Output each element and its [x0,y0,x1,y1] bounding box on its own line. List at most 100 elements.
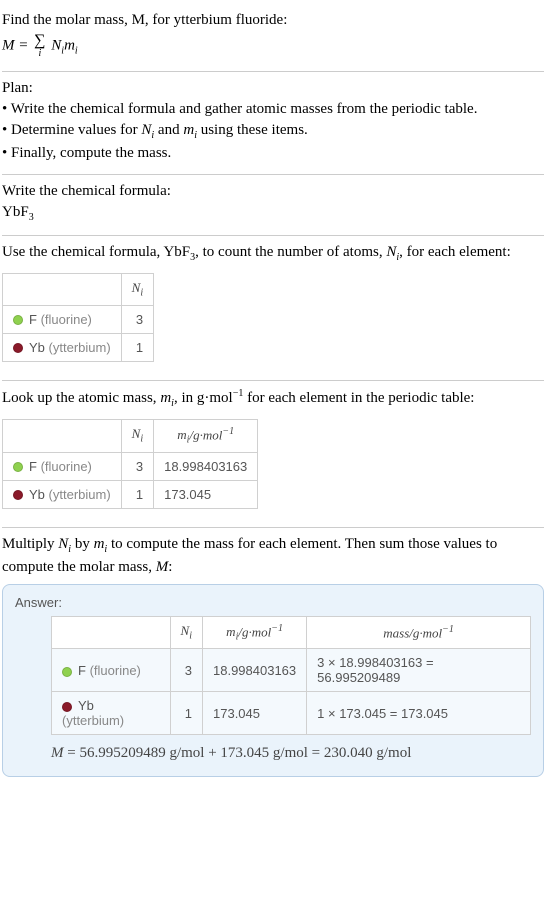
mass-label: mass/g·mol [383,625,442,640]
intro-section: Find the molar mass, M, for ytterbium fl… [2,4,544,71]
el-sym: Yb [78,698,94,713]
ni-cell: 3 [121,452,153,480]
element-dot-icon [13,315,23,325]
atomic-mass-section: Look up the atomic mass, mi, in g·mol−1 … [2,380,544,527]
mi-cell: 173.045 [203,692,307,735]
atomic-mass-text: Look up the atomic mass, mi, in g·mol−1 … [2,387,544,411]
element-cell: F (fluorine) [52,649,171,692]
mass-cell: 3 × 18.998403163 = 56.995209489 [307,649,531,692]
element-dot-icon [62,667,72,677]
th-blank [3,274,122,306]
plan-bullet-1: • Write the chemical formula and gather … [2,99,544,120]
final-M: M [51,745,64,761]
el-sym: F [29,459,37,474]
s4-text-a: Use the chemical formula, YbF [2,244,190,260]
var-mi-3: mi [94,536,108,552]
unit-label: /g·mol [238,624,271,639]
s5-sup: −1 [233,388,244,399]
molar-mass-formula: M = ∑ i Nimi [2,31,544,61]
count-atoms-text: Use the chemical formula, YbF3, to count… [2,242,544,265]
var-N: N [51,37,61,53]
table-row: F (fluorine) 3 18.998403163 3 × 18.99840… [52,649,531,692]
element-cell: F (fluorine) [3,452,122,480]
th-ni: Ni [121,274,153,306]
var-mi: mi [183,122,197,138]
mi-cell: 18.998403163 [203,649,307,692]
el-sym: F [29,312,37,327]
var-Ni: Ni [141,122,154,138]
formula-lhs: M [2,37,15,53]
el-sym: Yb [29,487,45,502]
answer-box: Answer: Ni mi/g·mol−1 mass/g·mol−1 F (fl… [2,584,544,778]
s6-d: : [168,559,172,575]
final-result: M = 56.995209489 g/mol + 173.045 g/mol =… [51,745,531,762]
count-atoms-section: Use the chemical formula, YbF3, to count… [2,235,544,380]
table-row: F (fluorine) 3 18.998403163 [3,452,258,480]
el-sym: F [78,663,86,678]
table-row: F (fluorine) 3 [3,305,154,333]
element-cell: Yb (ytterbium) [52,692,171,735]
equals: = [18,37,32,53]
th-mass: mass/g·mol−1 [307,616,531,649]
unit-sup: −1 [271,623,283,634]
el-name: (ytterbium) [49,340,111,355]
sum-index: i [34,49,45,59]
intro-line1: Find the molar mass, M, for ytterbium fl… [2,12,287,28]
ni-cell: 1 [121,333,153,361]
th-mi: mi/g·mol−1 [203,616,307,649]
chem-sub: 3 [29,212,34,223]
unit-sup: −1 [222,426,234,437]
el-name: (ytterbium) [62,713,124,728]
mass-cell: 1 × 173.045 = 173.045 [307,692,531,735]
el-name: (ytterbium) [49,487,111,502]
table-row: Yb (ytterbium) 1 [3,333,154,361]
el-name: (fluorine) [90,663,141,678]
plan-heading: Plan: [2,78,544,99]
plan-section: Plan: • Write the chemical formula and g… [2,71,544,174]
s5-a: Look up the atomic mass, [2,390,160,406]
var-mi-2: mi [160,390,174,406]
el-sym: Yb [29,340,45,355]
element-cell: Yb (ytterbium) [3,480,122,508]
answer-label: Answer: [15,595,531,610]
element-dot-icon [62,702,72,712]
answer-table: Ni mi/g·mol−1 mass/g·mol−1 F (fluorine) … [51,616,531,736]
element-dot-icon [13,462,23,472]
th-blank [3,419,122,452]
var-Ni-2: Ni [386,244,399,260]
ni-cell: 3 [121,305,153,333]
th-blank [52,616,171,649]
s4-text-c: , for each element: [399,244,511,260]
compute-text: Multiply Ni by mi to compute the mass fo… [2,534,544,578]
plan-bullet-3: • Finally, compute the mass. [2,143,544,164]
atomic-mass-table: Ni mi/g·mol−1 F (fluorine) 3 18.99840316… [2,419,258,509]
el-name: (fluorine) [41,459,92,474]
var-Ni-3: Ni [58,536,71,552]
unit-label: /g·mol [189,427,222,442]
ni-cell: 1 [170,692,202,735]
plan-b2-a: • Determine values for [2,122,141,138]
mi-cell: 18.998403163 [154,452,258,480]
write-formula-text: Write the chemical formula: [2,181,544,202]
final-text: = 56.995209489 g/mol + 173.045 g/mol = 2… [64,745,412,761]
mi-cell: 173.045 [154,480,258,508]
compute-section: Multiply Ni by mi to compute the mass fo… [2,527,544,788]
th-ni: Ni [121,419,153,452]
unit-sup: −1 [442,624,454,635]
el-name: (fluorine) [41,312,92,327]
intro-text: Find the molar mass, M, for ytterbium fl… [2,10,544,31]
table-header-row: Ni mi/g·mol−1 [3,419,258,452]
chem-main: YbF [2,204,29,220]
var-M: M [156,559,169,575]
th-ni: Ni [170,616,202,649]
ni-cell: 1 [121,480,153,508]
element-cell: Yb (ytterbium) [3,333,122,361]
ni-cell: 3 [170,649,202,692]
table-row: Yb (ytterbium) 1 173.045 [3,480,258,508]
plan-bullet-2: • Determine values for Ni and mi using t… [2,120,544,143]
sigma-icon: ∑ [34,32,45,49]
summation-symbol: ∑ i [34,33,45,59]
plan-b2-b: and [154,122,183,138]
s5-b: , in g·mol [174,390,233,406]
element-dot-icon [13,490,23,500]
